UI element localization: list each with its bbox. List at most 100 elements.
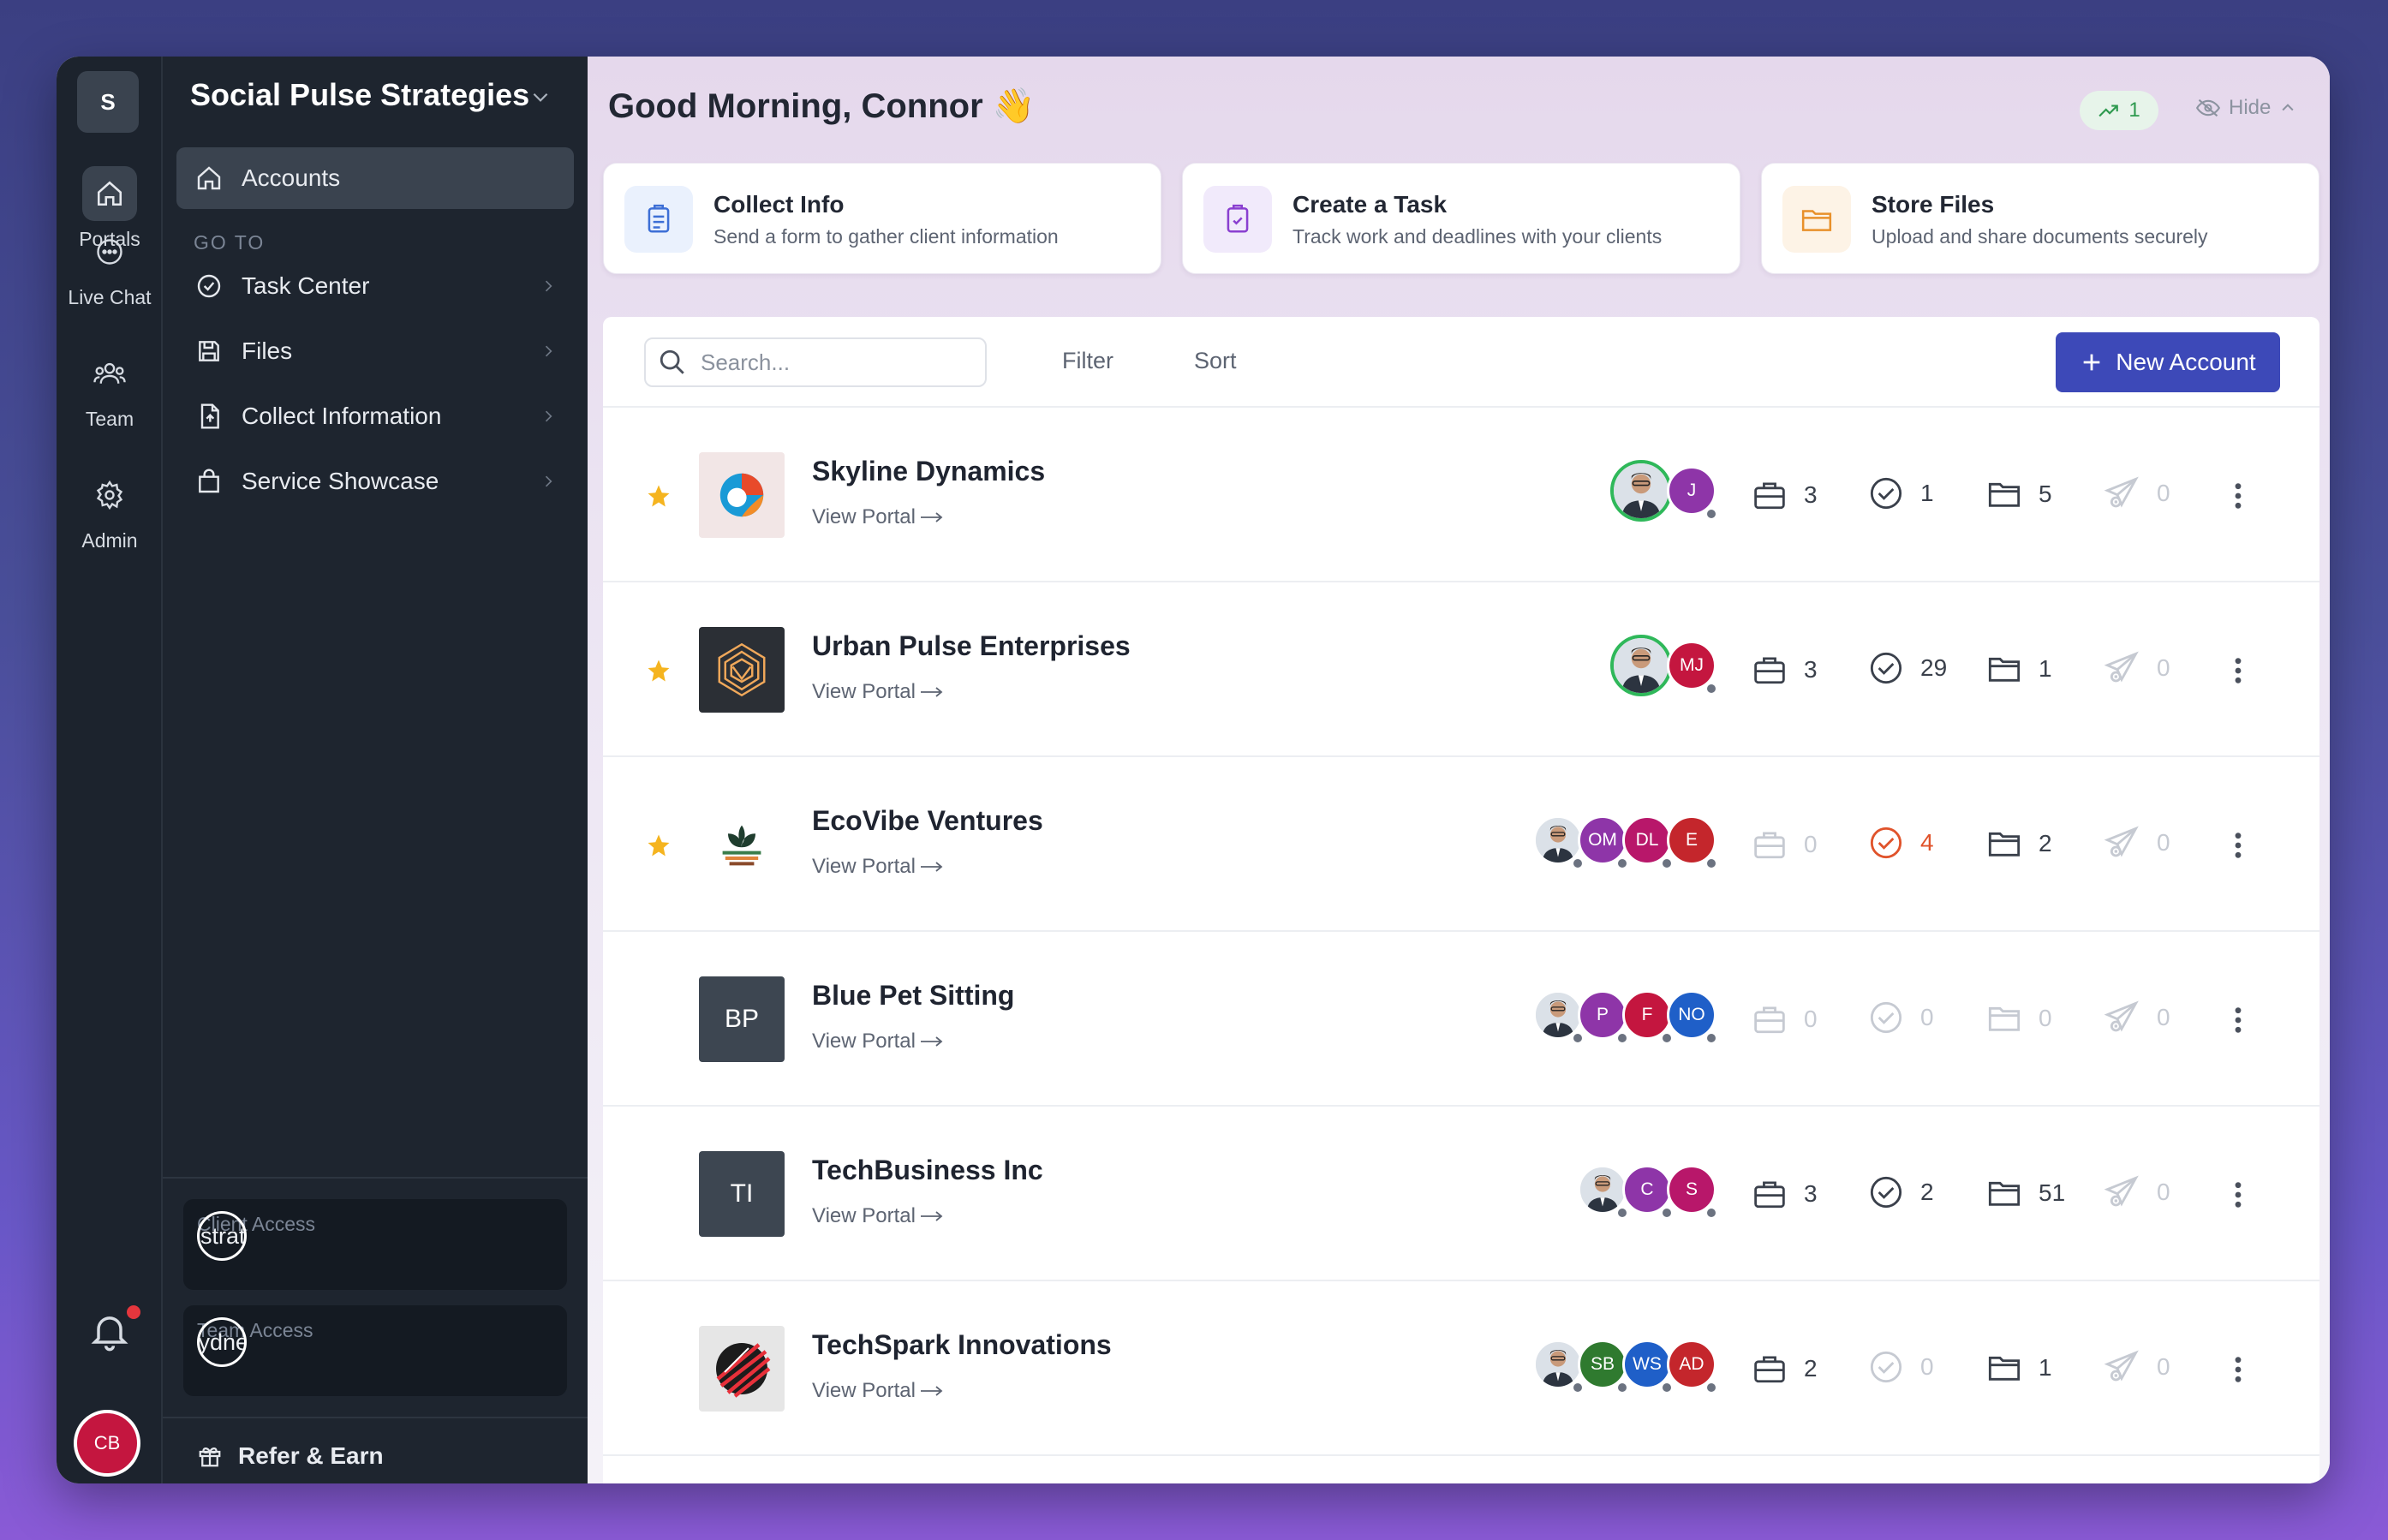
check-circle-icon bbox=[1870, 827, 1902, 859]
sort-button[interactable]: Sort bbox=[1194, 348, 1237, 374]
tasks-count: 1 bbox=[1920, 480, 1934, 506]
new-account-button[interactable]: New Account bbox=[2056, 332, 2280, 392]
files-stat[interactable]: 2 bbox=[1987, 829, 2052, 858]
rail-admin[interactable]: Admin bbox=[57, 468, 163, 552]
files-stat[interactable]: 51 bbox=[1987, 1179, 2065, 1208]
sidebar-item-accounts[interactable]: Accounts bbox=[176, 147, 574, 209]
new-account-label: New Account bbox=[2116, 349, 2256, 375]
sidebar-item-label: Task Center bbox=[242, 272, 370, 299]
member-initials: DL bbox=[1635, 830, 1659, 850]
quick-action-title: Collect Info bbox=[713, 191, 845, 218]
quick-action-subtitle: Track work and deadlines with your clien… bbox=[1293, 225, 1663, 248]
team-access-box[interactable]: Team Access my.sydnee.app bbox=[183, 1305, 567, 1396]
account-row[interactable]: Urban Pulse Enterprises View Portal MJ 3 29 1… bbox=[603, 584, 2319, 757]
quick-action-title: Create a Task bbox=[1293, 191, 1448, 218]
projects-stat[interactable]: 0 bbox=[1752, 1004, 1818, 1035]
search-input[interactable]: Search... bbox=[644, 337, 987, 387]
sidebar-item-service-showcase[interactable]: Service Showcase bbox=[176, 451, 574, 512]
status-dot bbox=[1704, 1031, 1718, 1045]
files-stat[interactable]: 0 bbox=[1987, 1004, 2052, 1033]
messages-count: 0 bbox=[2157, 829, 2170, 856]
messages-stat[interactable]: 0 bbox=[2104, 1175, 2170, 1209]
projects-stat[interactable]: 3 bbox=[1752, 480, 1818, 510]
home-icon bbox=[82, 166, 137, 221]
rail-live-chat[interactable]: Live Chat bbox=[57, 224, 163, 309]
member-avatars: MJ bbox=[603, 635, 1734, 697]
member-initials: NO bbox=[1678, 1005, 1705, 1024]
tasks-stat[interactable]: 4 bbox=[1869, 826, 1934, 860]
more-options-icon[interactable] bbox=[2232, 481, 2244, 510]
projects-stat[interactable]: 3 bbox=[1752, 1179, 1818, 1209]
account-row[interactable]: BP Blue Pet Sitting View Portal P F NO 0 0 0 0 bbox=[603, 934, 2319, 1107]
accounts-toolbar: Search... Filter Sort New Account bbox=[603, 317, 2319, 408]
filter-button[interactable]: Filter bbox=[1062, 348, 1113, 374]
briefcase-icon bbox=[1754, 1181, 1785, 1209]
chevron-up-icon bbox=[2282, 104, 2294, 111]
projects-stat[interactable]: 3 bbox=[1752, 654, 1818, 685]
trend-count: 1 bbox=[2128, 98, 2140, 122]
divider bbox=[163, 1417, 588, 1418]
refer-label: Refer & Earn bbox=[238, 1442, 384, 1469]
more-options-icon[interactable] bbox=[2232, 656, 2244, 685]
status-dot bbox=[1660, 1206, 1674, 1220]
quick-action-create-task[interactable]: Create a Task Track work and deadlines w… bbox=[1182, 163, 1740, 274]
more-options-icon[interactable] bbox=[2232, 1180, 2244, 1209]
client-access-label: Client Access bbox=[197, 1213, 316, 1235]
sidebar-item-label: Accounts bbox=[242, 164, 341, 191]
files-stat[interactable]: 5 bbox=[1987, 480, 2052, 509]
member-initials: P bbox=[1596, 1005, 1609, 1024]
projects-stat[interactable]: 0 bbox=[1752, 829, 1818, 860]
files-stat[interactable]: 1 bbox=[1987, 1353, 2052, 1382]
messages-stat[interactable]: 0 bbox=[2104, 476, 2170, 510]
files-stat[interactable]: 1 bbox=[1987, 654, 2052, 683]
hide-button[interactable]: Hide bbox=[2196, 96, 2296, 120]
shopping-bag-icon bbox=[194, 466, 224, 497]
account-row[interactable]: EcoVibe Ventures View Portal OM DL E 0 4 2 0 bbox=[603, 759, 2319, 932]
folder-icon bbox=[1988, 482, 2021, 507]
tasks-stat[interactable]: 1 bbox=[1869, 476, 1934, 510]
account-row[interactable]: Skyline Dynamics View Portal J 3 1 5 0 bbox=[603, 409, 2319, 582]
messages-stat[interactable]: 0 bbox=[2104, 1000, 2170, 1035]
trend-badge[interactable]: 1 bbox=[2080, 91, 2158, 130]
gift-icon bbox=[199, 1447, 221, 1467]
messages-stat[interactable]: 0 bbox=[2104, 1350, 2170, 1384]
quick-action-store-files[interactable]: Store Files Upload and share documents s… bbox=[1761, 163, 2319, 274]
member-avatar-photo[interactable] bbox=[1610, 460, 1672, 522]
member-initials: OM bbox=[1588, 830, 1617, 850]
sidebar-item-collect-information[interactable]: Collect Information bbox=[176, 385, 574, 447]
send-icon bbox=[2104, 826, 2139, 857]
chevron-right-icon bbox=[545, 475, 552, 487]
messages-stat[interactable]: 0 bbox=[2104, 826, 2170, 860]
client-access-box[interactable]: Client Access socialpulsestrat.sydnee.ap… bbox=[183, 1199, 567, 1290]
more-options-icon[interactable] bbox=[2232, 1355, 2244, 1384]
account-row[interactable]: TechSpark Innovations View Portal SB WS AD 2 0… bbox=[603, 1283, 2319, 1456]
projects-count: 2 bbox=[1804, 1355, 1818, 1382]
tasks-stat[interactable]: 0 bbox=[1869, 1000, 1934, 1035]
notifications-bell-icon[interactable] bbox=[87, 1309, 132, 1353]
tasks-stat[interactable]: 0 bbox=[1869, 1350, 1934, 1384]
more-options-icon[interactable] bbox=[2232, 831, 2244, 860]
user-avatar[interactable]: CB bbox=[74, 1410, 140, 1477]
home-icon bbox=[194, 163, 224, 194]
workspace-switcher[interactable]: S bbox=[77, 71, 139, 133]
quick-action-collect-info[interactable]: Collect Info Send a form to gather clien… bbox=[603, 163, 1161, 274]
sidebar-nav: Social Pulse Strategies Accounts GO TO T… bbox=[163, 57, 588, 1483]
more-options-icon[interactable] bbox=[2232, 1006, 2244, 1035]
refer-earn-button[interactable]: Refer & Earn bbox=[197, 1442, 384, 1470]
folder-icon bbox=[1988, 1181, 2021, 1206]
tasks-stat[interactable]: 29 bbox=[1869, 651, 1947, 685]
member-avatar-photo[interactable] bbox=[1610, 635, 1672, 696]
workspace-name[interactable]: Social Pulse Strategies bbox=[190, 77, 529, 113]
sidebar-item-files[interactable]: Files bbox=[176, 320, 574, 382]
status-dot bbox=[1704, 857, 1718, 870]
chevron-down-icon[interactable] bbox=[529, 86, 552, 108]
rail-team[interactable]: Team bbox=[57, 346, 163, 431]
sidebar-item-task-center[interactable]: Task Center bbox=[176, 255, 574, 317]
rail-label: Admin bbox=[81, 529, 138, 552]
projects-count: 0 bbox=[1804, 831, 1818, 857]
account-row[interactable]: TI TechBusiness Inc View Portal C S 3 2 51 0 bbox=[603, 1108, 2319, 1281]
messages-stat[interactable]: 0 bbox=[2104, 651, 2170, 685]
tasks-stat[interactable]: 2 bbox=[1869, 1175, 1934, 1209]
member-initials: AD bbox=[1679, 1354, 1704, 1374]
projects-stat[interactable]: 2 bbox=[1752, 1353, 1818, 1384]
